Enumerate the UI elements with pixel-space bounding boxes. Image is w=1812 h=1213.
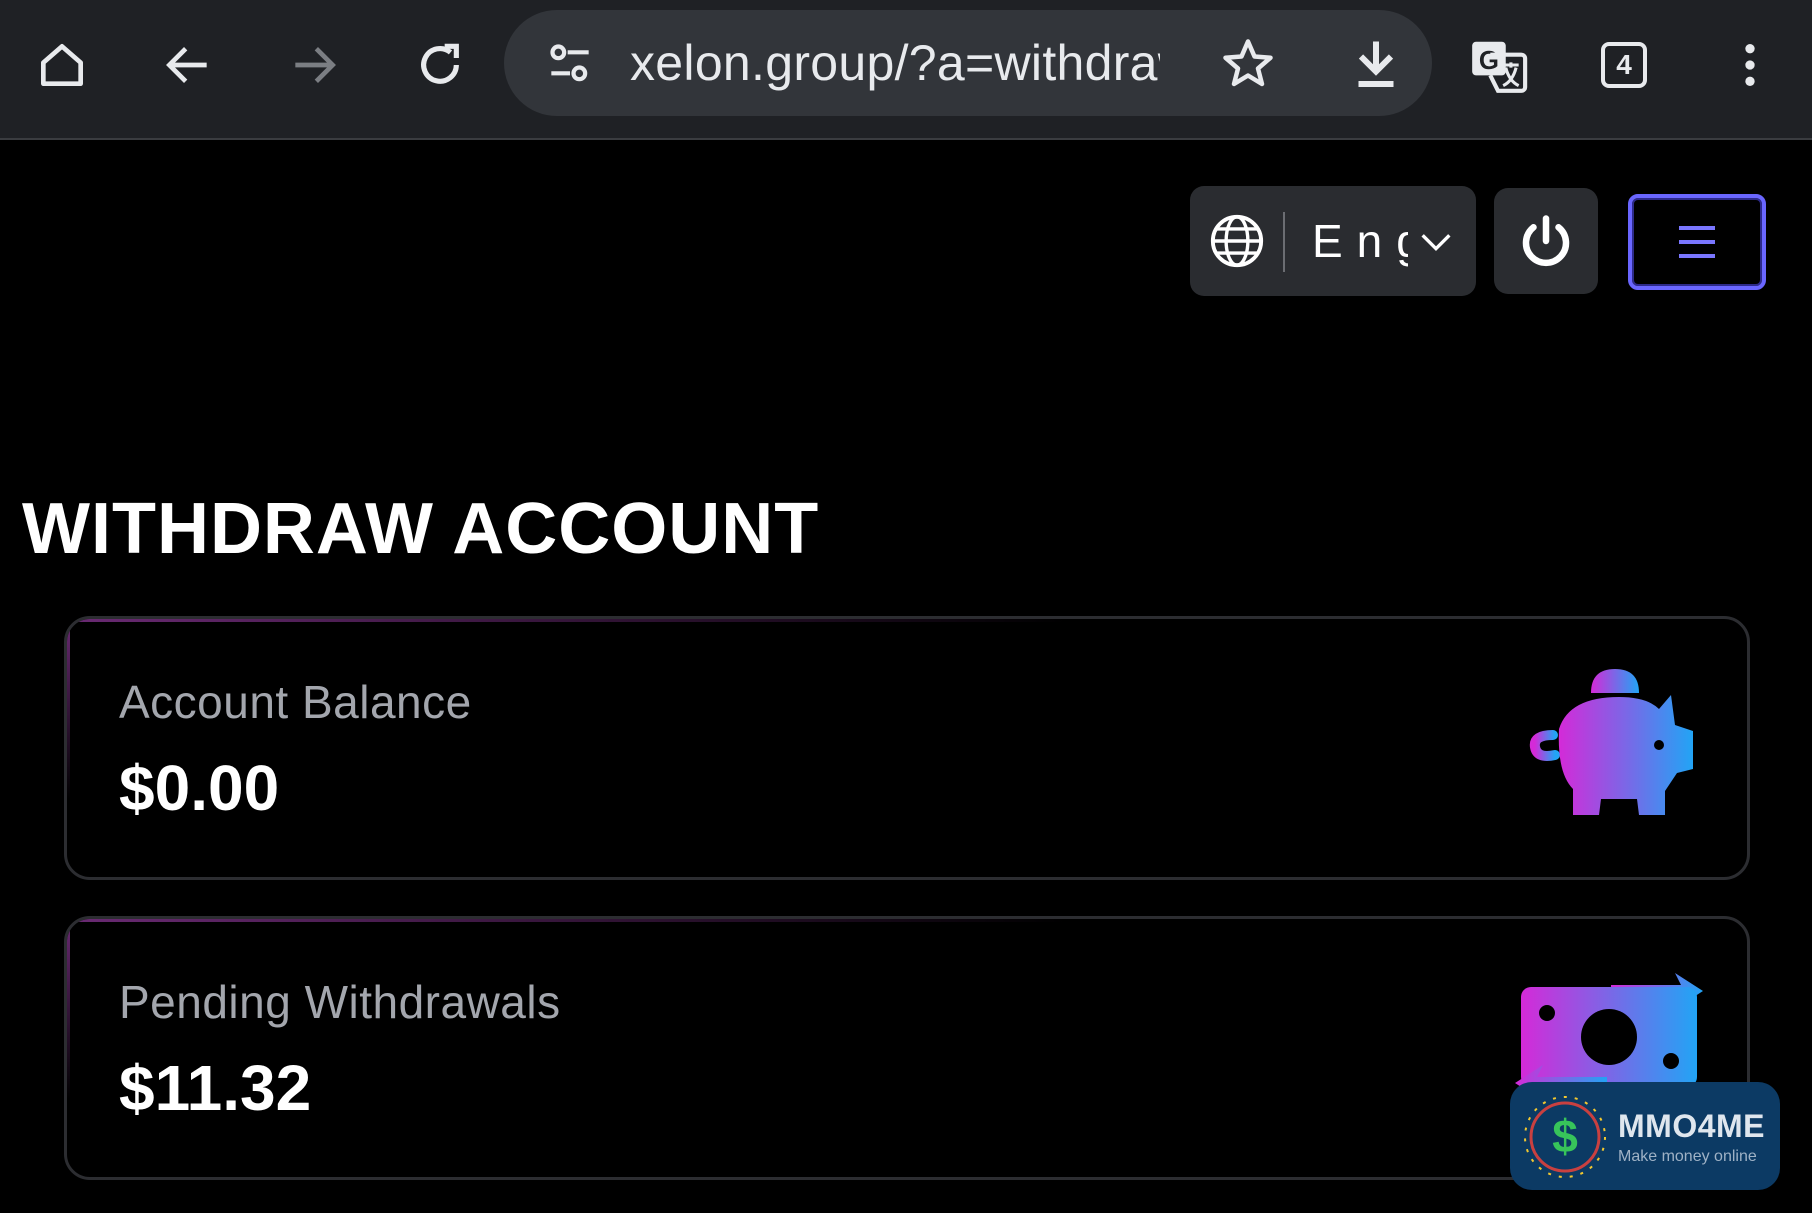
power-icon [1522,215,1570,267]
forward-icon [295,47,336,83]
card-label: Pending Withdrawals [119,976,561,1028]
page-title: WITHDRAW ACCOUNT [22,489,820,569]
language-selector[interactable]: English [1190,186,1476,296]
download-icon[interactable] [1346,34,1406,94]
mmo4me-watermark: $ MMO4ME Make money online [1510,1082,1780,1190]
tab-switcher-icon: 4 [1601,42,1647,88]
menu-toggle-button[interactable] [1628,194,1766,290]
logout-button[interactable] [1494,188,1598,294]
card-label: Account Balance [119,676,472,728]
watermark-subtitle: Make money online [1618,1148,1757,1165]
account-balance-card: Account Balance $0.00 [64,616,1750,880]
globe-icon [1210,214,1264,268]
forward-button[interactable] [264,20,364,110]
tab-switcher-button[interactable]: 4 [1574,20,1674,110]
back-icon [166,47,207,83]
chevron-down-icon [1421,234,1451,252]
card-value: $11.32 [119,1052,312,1124]
svg-text:G: G [1479,47,1499,75]
tab-count: 4 [1616,49,1632,80]
svg-text:$: $ [1552,1110,1578,1162]
pending-withdrawals-card: Pending Withdrawals $11.32 [64,916,1750,1180]
card-value: $0.00 [119,752,280,824]
reload-icon [421,43,459,84]
hamburger-icon [1679,226,1715,258]
watermark-title: MMO4ME [1618,1108,1765,1144]
more-menu-icon [1745,44,1755,86]
translate-icon: G [1472,41,1528,93]
language-label[interactable]: English [1312,186,1408,296]
more-menu-button[interactable] [1700,20,1800,110]
home-icon [41,44,83,86]
divider [1283,212,1285,272]
translate-button[interactable]: G [1448,20,1548,110]
browser-toolbar: xelon.group/?a=withdraw G 4 [0,0,1812,140]
dollar-logo-icon: $ [1524,1096,1606,1178]
reload-button[interactable] [390,20,490,110]
address-bar[interactable]: xelon.group/?a=withdraw [504,10,1432,116]
bookmark-star-icon[interactable] [1218,34,1278,94]
site-settings-icon[interactable] [542,36,598,92]
home-button[interactable] [12,20,112,110]
back-button[interactable] [138,20,238,110]
piggy-bank-icon [1529,669,1693,815]
url-text[interactable]: xelon.group/?a=withdraw [630,10,1160,116]
